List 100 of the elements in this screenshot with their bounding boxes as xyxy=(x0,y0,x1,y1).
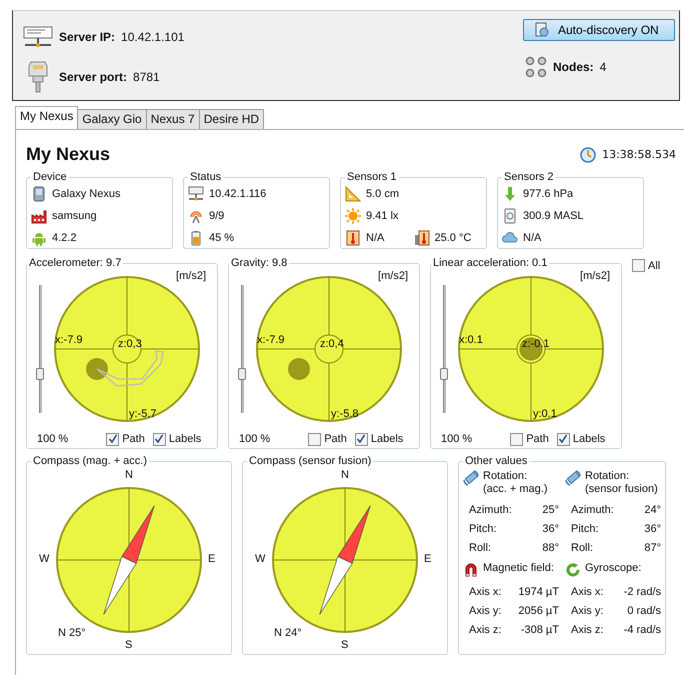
checkbox-label: Labels xyxy=(572,433,606,445)
heading-value: N 24° xyxy=(274,627,302,639)
checkbox[interactable] xyxy=(354,432,368,446)
value: 36° xyxy=(542,522,559,534)
tab[interactable]: Nexus 7 xyxy=(146,109,200,129)
info-value: 300.9 MASL xyxy=(523,210,584,222)
tab[interactable]: Galaxy Gio xyxy=(77,109,147,129)
auto-discovery-button[interactable]: Auto-discovery ON xyxy=(523,19,675,41)
info-value: 5.0 cm xyxy=(366,188,400,200)
checkbox-label: Labels xyxy=(168,433,202,445)
unit-label: [m/s2] xyxy=(580,270,610,282)
direction-label: W xyxy=(39,553,50,565)
panel-title: Compass (mag. + acc.) xyxy=(32,455,148,467)
sun-icon xyxy=(345,208,361,224)
checkbox[interactable] xyxy=(152,432,166,446)
checkbox-label: Path xyxy=(122,433,145,445)
checkbox-label: Path xyxy=(526,433,549,445)
info-value: N/A xyxy=(366,232,384,244)
value-label: Azimuth: xyxy=(469,504,512,516)
value: 88° xyxy=(542,542,559,554)
axis-label: y:0.1 xyxy=(533,408,557,420)
value: 24° xyxy=(644,504,661,516)
direction-label: E xyxy=(208,553,216,565)
panel-title: Gravity: 9.8 xyxy=(230,257,288,269)
info-value: 4.2.2 xyxy=(52,232,76,244)
value-label: Pitch: xyxy=(469,522,497,534)
info-value: N/A xyxy=(523,232,542,244)
checkbox-label: Path xyxy=(324,433,347,445)
info-value: 9/9 xyxy=(209,210,224,222)
altimeter-icon xyxy=(502,208,518,224)
value: 2056 µT xyxy=(518,604,559,616)
direction-label: N xyxy=(125,469,133,481)
zoom-slider[interactable] xyxy=(39,285,42,413)
axis-label: y:-5.7 xyxy=(129,408,157,420)
info-value: Galaxy Nexus xyxy=(52,188,120,200)
info-value: 45 % xyxy=(209,232,234,244)
value-label: Axis z: xyxy=(571,624,604,636)
direction-label: N xyxy=(341,469,349,481)
phone-icon xyxy=(31,186,47,202)
info-value: samsung xyxy=(52,210,97,222)
value: 0 rad/s xyxy=(627,604,661,616)
zoom-value: 100 % xyxy=(239,433,270,445)
checkbox[interactable] xyxy=(106,432,120,446)
value-label: Roll: xyxy=(469,542,492,554)
group-title: Rotation: (acc. + mag.) xyxy=(483,470,548,496)
clock-icon xyxy=(580,146,596,162)
info-value: 9.41 lx xyxy=(366,210,398,222)
thermometer-icon xyxy=(414,230,430,246)
value-label: Axis y: xyxy=(571,604,604,616)
info-value: 25.0 °C xyxy=(434,232,472,244)
axis-label: x:-7.9 xyxy=(55,334,83,346)
value-label: Axis x: xyxy=(469,586,502,598)
nodes-label: Nodes: xyxy=(553,60,594,74)
circular-arrow-icon xyxy=(565,562,581,578)
unit-label: [m/s2] xyxy=(378,270,408,282)
nodes-icon xyxy=(525,56,547,78)
tab[interactable]: My Nexus xyxy=(15,106,78,129)
zoom-slider[interactable] xyxy=(443,285,446,413)
value-label: Pitch: xyxy=(571,522,599,534)
group-title: Rotation: (sensor fusion) xyxy=(585,470,658,496)
value-label: Azimuth: xyxy=(571,504,614,516)
factory-icon xyxy=(31,208,47,224)
value: -4 rad/s xyxy=(624,624,661,636)
thermometer-icon xyxy=(345,230,361,246)
axis-label: x:0.1 xyxy=(459,334,483,346)
network-icon xyxy=(23,26,53,48)
tab[interactable]: Desire HD xyxy=(198,109,264,129)
server-ip-value: 10.42.1.101 xyxy=(121,30,184,44)
checkbox[interactable] xyxy=(632,259,645,272)
axis-label: y:-5.8 xyxy=(331,408,359,420)
checkbox[interactable] xyxy=(510,432,524,446)
down-arrow-icon xyxy=(502,186,518,202)
checkbox-label: Labels xyxy=(370,433,404,445)
zoom-value: 100 % xyxy=(441,433,472,445)
axis-label: x:-7.9 xyxy=(257,334,285,346)
value: -308 µT xyxy=(520,624,559,636)
value-label: Axis y: xyxy=(469,604,502,616)
panel-title: Accelerometer: 9.7 xyxy=(28,257,122,269)
zoom-value: 100 % xyxy=(37,433,68,445)
group-title: Magnetic field: xyxy=(483,562,554,575)
zoom-slider[interactable] xyxy=(241,285,244,413)
direction-label: S xyxy=(341,639,348,651)
unit-label: [m/s2] xyxy=(176,270,206,282)
value: 36° xyxy=(644,522,661,534)
value-label: Axis z: xyxy=(469,624,502,636)
panel-title: Linear acceleration: 0.1 xyxy=(432,257,548,269)
value: 87° xyxy=(644,542,661,554)
server-port-label: Server port: xyxy=(59,70,128,84)
network-icon xyxy=(188,186,204,202)
discovery-icon xyxy=(534,22,550,38)
panel-title: Sensors 2 xyxy=(503,171,555,183)
panel-title: Sensors 1 xyxy=(346,171,398,183)
android-icon xyxy=(31,230,47,246)
panel-title: Other values xyxy=(464,455,528,467)
checkbox[interactable] xyxy=(556,432,570,446)
info-value: 977.6 hPa xyxy=(523,188,574,200)
checkbox[interactable] xyxy=(308,432,322,446)
direction-label: S xyxy=(125,639,132,651)
server-ip-label: Server IP: xyxy=(59,30,116,44)
panel-title: Compass (sensor fusion) xyxy=(248,455,372,467)
